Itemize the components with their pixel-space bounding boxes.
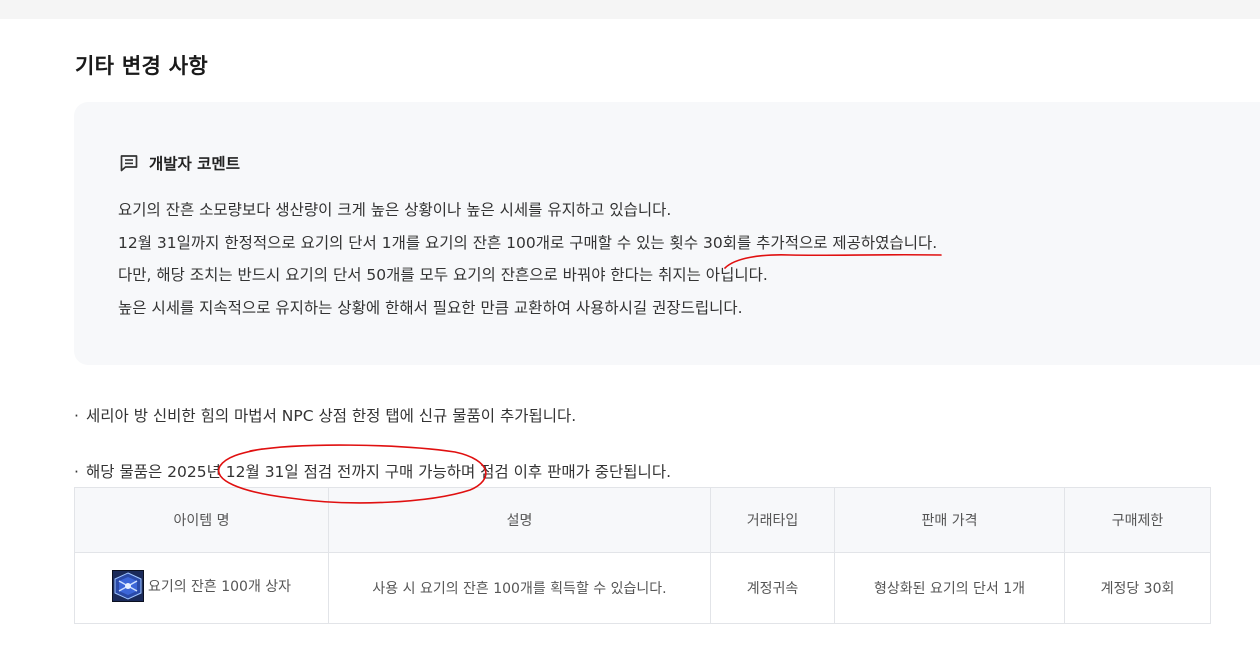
item-box-icon	[111, 570, 144, 602]
comment-line: 높은 시세를 지속적으로 유지하는 상황에 한해서 필요한 만큼 교환하여 사용…	[118, 298, 743, 317]
bullet-marker: ·	[74, 407, 79, 425]
cell-limit: 계정당 30회	[1064, 552, 1211, 624]
notice-bullet: · 세리아 방 신비한 힘의 마법서 NPC 상점 한정 탭에 신규 물품이 추가…	[74, 404, 576, 426]
table-row: 요기의 잔흔 100개 상자 사용 시 요기의 잔흔 100개를 획득할 수 있…	[74, 552, 1211, 624]
bullet-marker: ·	[74, 463, 79, 481]
table-header-row: 아이템 명 설명 거래타입 판매 가격 구매제한	[74, 487, 1211, 553]
col-header-description: 설명	[328, 487, 711, 553]
bullet-text: 해당 물품은 2025년 12월 31일 점검 전까지 구매 가능하며 점검 이…	[86, 463, 672, 481]
bullet-text: 세리아 방 신비한 힘의 마법서 NPC 상점 한정 탭에 신규 물품이 추가됩…	[86, 407, 577, 425]
comment-header: 개발자 코멘트	[119, 152, 240, 174]
comment-line: 다만, 해당 조치는 반드시 요기의 단서 50개를 모두 요기의 잔흔으로 바…	[118, 266, 768, 284]
comment-line: 요기의 잔흔 소모량보다 생산량이 크게 높은 상황이나 높은 시세를 유지하고…	[118, 201, 672, 219]
developer-comment-box: 개발자 코멘트 요기의 잔흔 소모량보다 생산량이 크게 높은 상황이나 높은 …	[74, 102, 1260, 365]
top-strip	[0, 0, 1260, 19]
cell-description: 사용 시 요기의 잔흔 100개를 획득할 수 있습니다.	[328, 552, 711, 624]
col-header-trade-type: 거래타입	[710, 487, 835, 553]
comment-line: 12월 31일까지 한정적으로 요기의 단서 1개를 요기의 잔흔 100개로 …	[118, 233, 938, 252]
col-header-item-name: 아이템 명	[74, 487, 329, 553]
comment-icon	[119, 153, 139, 173]
item-name: 요기의 잔흔 100개 상자	[147, 579, 292, 595]
comment-body: 요기의 잔흔 소모량보다 생산량이 크게 높은 상황이나 높은 시세를 유지하고…	[118, 194, 937, 324]
cell-item-name: 요기의 잔흔 100개 상자	[74, 552, 329, 624]
comment-title: 개발자 코멘트	[149, 155, 240, 173]
notice-bullet: · 해당 물품은 2025년 12월 31일 점검 전까지 구매 가능하며 점검 …	[74, 460, 671, 482]
cell-trade-type: 계정귀속	[710, 552, 835, 624]
section-title: 기타 변경 사항	[75, 54, 208, 78]
col-header-price: 판매 가격	[834, 487, 1065, 553]
item-table: 아이템 명 설명 거래타입 판매 가격 구매제한 요기의 잔흔 100개 상자 …	[74, 487, 1211, 624]
col-header-limit: 구매제한	[1064, 487, 1211, 553]
cell-price: 형상화된 요기의 단서 1개	[834, 552, 1065, 624]
